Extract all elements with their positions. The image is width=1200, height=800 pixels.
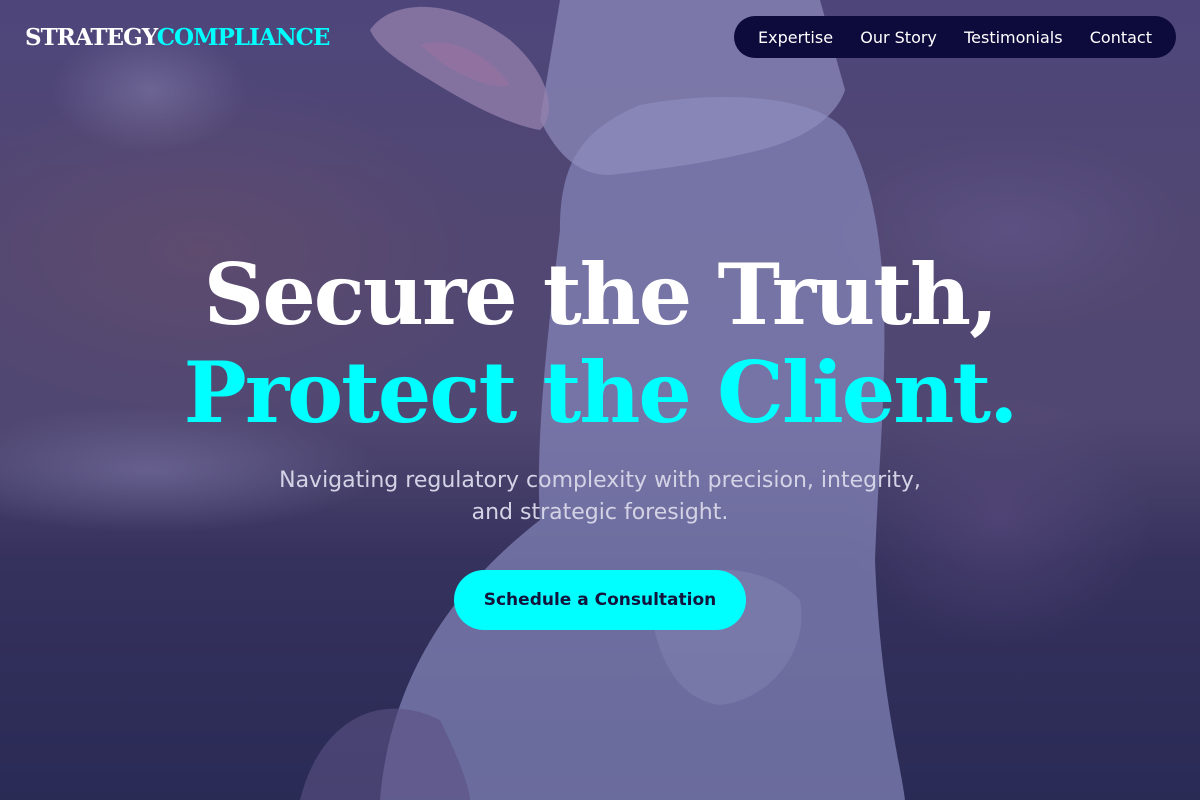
nav-link-expertise[interactable]: Expertise xyxy=(758,28,833,47)
site-logo[interactable]: STRATEGYCOMPLIANCE xyxy=(25,24,331,52)
logo-text-compliance: COMPLIANCE xyxy=(156,24,331,51)
nav-link-contact[interactable]: Contact xyxy=(1090,28,1152,47)
main-nav: Expertise Our Story Testimonials Contact xyxy=(734,16,1176,58)
hero-headline-line1: Secure the Truth, xyxy=(203,245,999,344)
hero-headline-line2: Protect the Client. xyxy=(183,343,1019,442)
nav-link-our-story[interactable]: Our Story xyxy=(860,28,937,47)
logo-text-strategy: STRATEGY xyxy=(25,24,158,51)
hero-subheadline: Navigating regulatory complexity with pr… xyxy=(279,468,921,525)
schedule-consultation-button[interactable]: Schedule a Consultation xyxy=(454,570,746,630)
nav-link-testimonials[interactable]: Testimonials xyxy=(964,28,1063,47)
hero-headline: Secure the Truth, Protect the Client. xyxy=(0,246,1200,442)
